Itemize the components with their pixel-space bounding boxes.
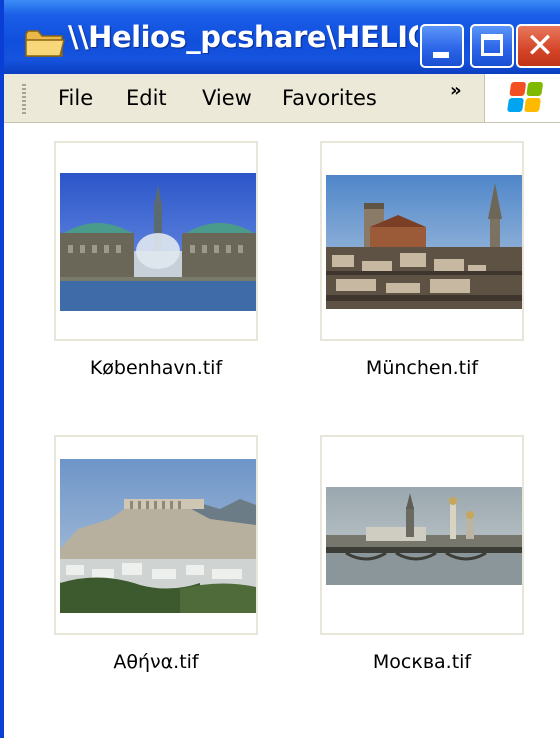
menu-bar: File Edit View Favorites » — [4, 74, 560, 123]
minimize-button[interactable] — [420, 24, 464, 68]
title-bar[interactable]: \\Helios_pcshare\HELIO... ✕ — [4, 0, 560, 74]
file-name[interactable]: Αθήνα.tif — [34, 651, 278, 673]
windows-logo-icon — [507, 82, 545, 114]
file-name[interactable]: Москва.tif — [300, 651, 544, 673]
thumbnail-image — [60, 459, 256, 613]
file-name[interactable]: København.tif — [34, 357, 278, 379]
windows-logo-area — [484, 74, 560, 122]
thumbnail-frame — [320, 435, 524, 635]
explorer-window: \\Helios_pcshare\HELIO... ✕ File Edit Vi… — [0, 0, 560, 738]
maximize-button[interactable] — [470, 24, 514, 68]
maximize-icon — [481, 34, 503, 56]
thumbnail-frame — [320, 141, 524, 341]
menu-favorites[interactable]: Favorites — [282, 86, 377, 110]
file-thumbnail-view: København.tif München.tif Αθήνα.tif Моск… — [8, 123, 560, 738]
close-icon: ✕ — [525, 26, 555, 66]
close-button[interactable]: ✕ — [516, 24, 560, 68]
thumbnail-image — [326, 175, 522, 309]
folder-icon — [25, 30, 65, 57]
file-name[interactable]: München.tif — [300, 357, 544, 379]
thumbnail-image — [60, 173, 256, 311]
menu-overflow-chevron[interactable]: » — [450, 80, 462, 101]
thumbnail-frame — [54, 435, 258, 635]
menu-file[interactable]: File — [58, 86, 93, 110]
minimize-icon — [433, 52, 449, 58]
thumbnail-frame — [54, 141, 258, 341]
thumbnail-image — [326, 487, 522, 585]
window-title: \\Helios_pcshare\HELIO... — [68, 20, 418, 54]
toolbar-grip[interactable] — [22, 84, 26, 114]
menu-view[interactable]: View — [202, 86, 252, 110]
menu-edit[interactable]: Edit — [126, 86, 167, 110]
